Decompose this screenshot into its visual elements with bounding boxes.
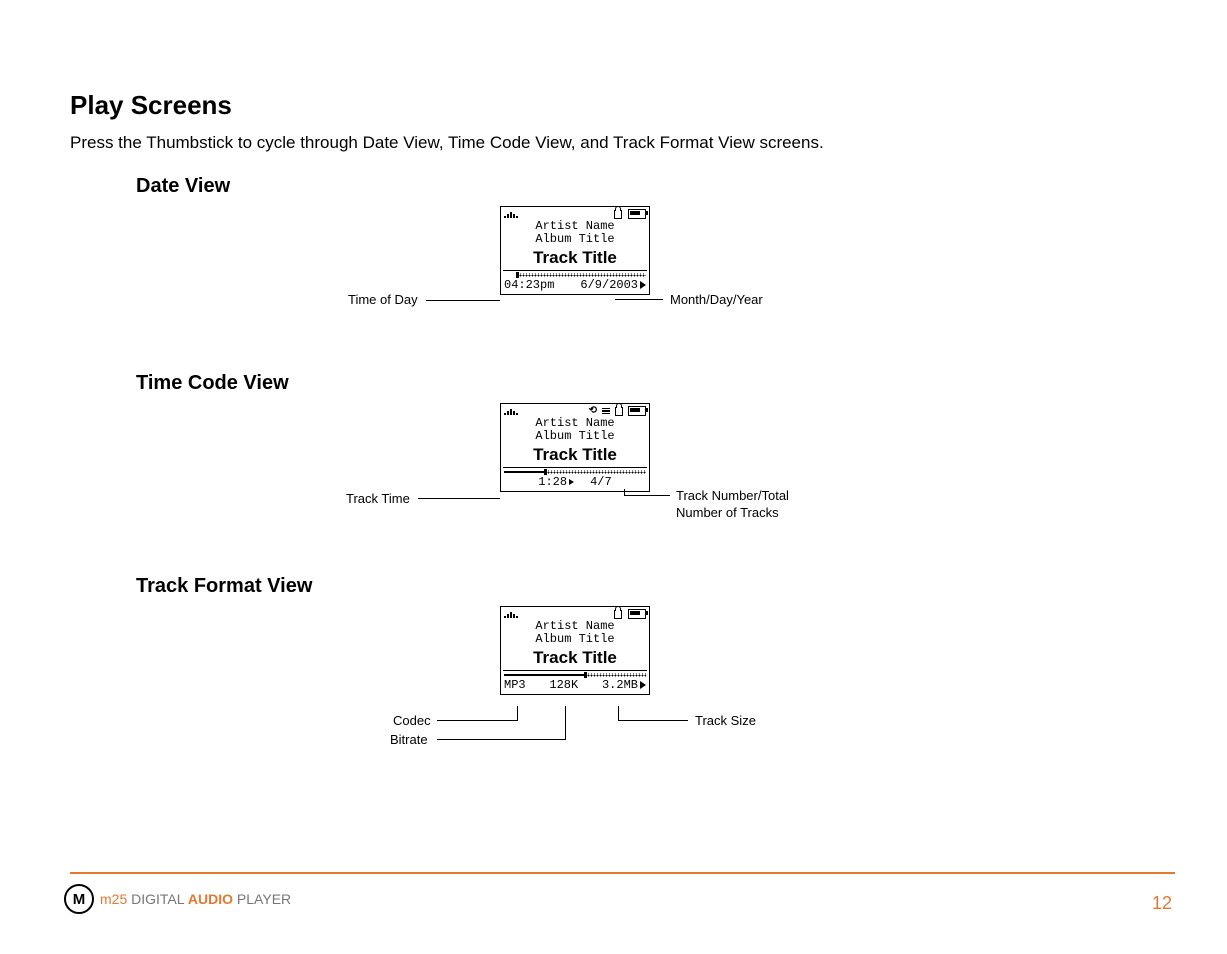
- play-icon: [640, 681, 646, 689]
- album-title: Album Title: [501, 633, 649, 646]
- battery-icon: [628, 609, 646, 619]
- lock-icon: [615, 407, 623, 416]
- signal-icon: [504, 610, 518, 618]
- label-track-size: Track Size: [695, 713, 756, 728]
- label-bitrate: Bitrate: [390, 732, 428, 747]
- lock-icon: [614, 210, 622, 219]
- lock-icon: [614, 610, 622, 619]
- footer-model: m25: [100, 891, 127, 907]
- footer-text-1: DIGITAL: [127, 891, 188, 907]
- battery-icon: [628, 209, 646, 219]
- date: 6/9/2003: [580, 278, 638, 292]
- label-codec: Codec: [393, 713, 431, 728]
- track-size: 3.2MB: [602, 678, 638, 692]
- track-title: Track Title: [503, 648, 647, 671]
- album-title: Album Title: [501, 233, 649, 246]
- signal-icon: [504, 407, 518, 415]
- motorola-logo-icon: M: [64, 884, 94, 914]
- label-track-number-total: Track Number/Total: [676, 488, 789, 503]
- label-time-of-day: Time of Day: [348, 292, 418, 307]
- label-number-of-tracks: Number of Tracks: [676, 505, 779, 520]
- signal-icon: [504, 210, 518, 218]
- lcd-date-view: Artist Name Album Title Track Title 04:2…: [500, 206, 650, 295]
- track-time: 1:28: [538, 475, 567, 489]
- play-icon: [569, 479, 574, 485]
- footer: M m25 DIGITAL AUDIO PLAYER: [64, 884, 291, 914]
- play-icon: [640, 281, 646, 289]
- footer-text-2: PLAYER: [233, 891, 291, 907]
- codec: MP3: [504, 678, 526, 692]
- bitrate: 128K: [549, 678, 578, 692]
- footer-text-bold: AUDIO: [188, 891, 233, 907]
- track-title: Track Title: [503, 445, 647, 468]
- heading-track-format-view: Track Format View: [136, 575, 1157, 598]
- lcd-track-format-view: Artist Name Album Title Track Title MP3 …: [500, 606, 650, 695]
- label-month-day-year: Month/Day/Year: [670, 292, 763, 307]
- label-track-time: Track Time: [346, 491, 410, 506]
- battery-icon: [628, 406, 646, 416]
- lcd-time-code-view: ⟲ Artist Name Album Title Track Title 1:…: [500, 403, 650, 492]
- list-icon: [602, 408, 610, 415]
- progress-bar: [504, 673, 646, 677]
- heading-play-screens: Play Screens: [70, 90, 1157, 121]
- progress-bar: [504, 273, 646, 277]
- track-title: Track Title: [503, 248, 647, 271]
- footer-rule: [70, 872, 1175, 874]
- album-title: Album Title: [501, 430, 649, 443]
- heading-date-view: Date View: [136, 175, 1157, 198]
- page-number: 12: [1152, 893, 1172, 914]
- intro-text: Press the Thumbstick to cycle through Da…: [70, 133, 1157, 153]
- time-of-day: 04:23pm: [504, 278, 554, 292]
- heading-time-code-view: Time Code View: [136, 372, 1157, 395]
- track-count: 4/7: [590, 475, 612, 489]
- progress-bar: [504, 470, 646, 474]
